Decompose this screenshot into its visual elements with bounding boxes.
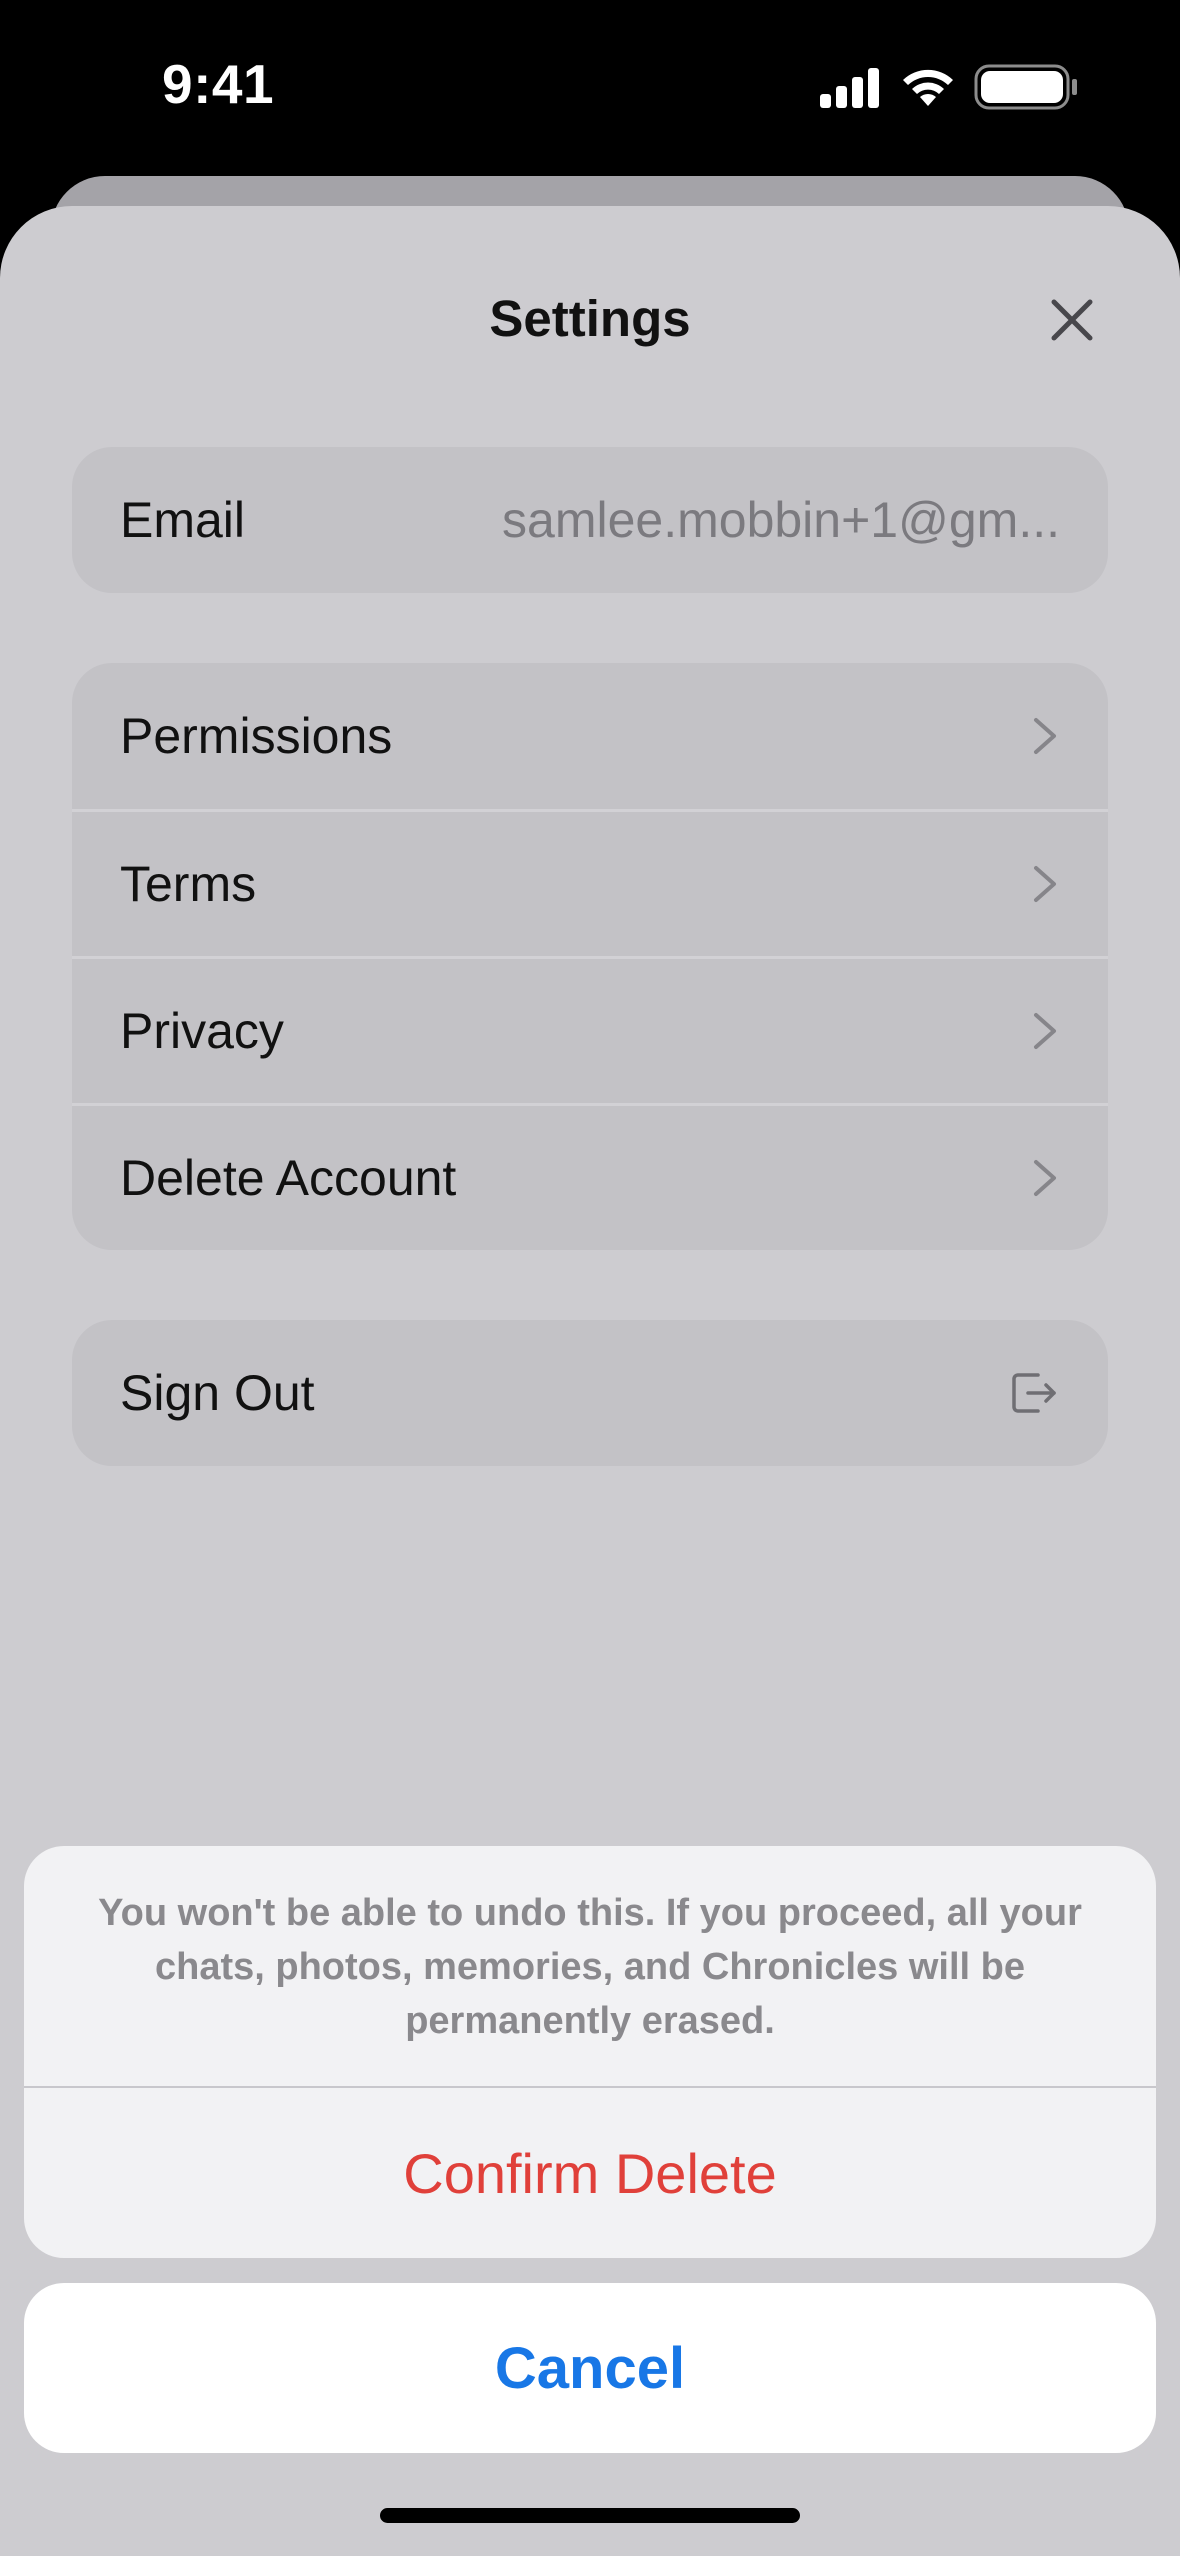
page-title: Settings <box>489 290 691 347</box>
cancel-button[interactable]: Cancel <box>24 2283 1156 2453</box>
chevron-right-icon <box>1034 866 1056 902</box>
status-time: 9:41 <box>162 53 275 115</box>
status-icons <box>820 62 1080 112</box>
delete-warning-message: You won't be able to undo this. If you p… <box>98 1892 1082 2042</box>
menu-item-privacy[interactable]: Privacy <box>72 956 1108 1103</box>
email-value: samlee.mobbin+1@gm... <box>502 492 1060 548</box>
menu-item-delete-account[interactable]: Delete Account <box>72 1103 1108 1250</box>
sign-out-group: Sign Out <box>72 1320 1108 1466</box>
menu-item-terms[interactable]: Terms <box>72 809 1108 956</box>
chevron-right-icon <box>1034 1013 1056 1049</box>
chevron-right-icon <box>1034 1160 1056 1196</box>
status-bar: 9:41 <box>0 0 1180 176</box>
settings-menu-group: Permissions Terms Privacy Delete Account <box>72 663 1108 1250</box>
email-group: Email samlee.mobbin+1@gm... <box>72 447 1108 593</box>
menu-item-label: Privacy <box>120 1003 284 1059</box>
email-row[interactable]: Email samlee.mobbin+1@gm... <box>72 447 1108 593</box>
home-indicator <box>380 2508 800 2523</box>
chevron-right-icon <box>1034 718 1056 754</box>
sign-out-icon <box>1012 1373 1056 1413</box>
confirm-delete-button[interactable]: Confirm Delete <box>24 2088 1156 2258</box>
menu-item-label: Permissions <box>120 708 393 764</box>
delete-confirmation-sheet: You won't be able to undo this. If you p… <box>24 1846 1156 2258</box>
wifi-icon <box>903 69 953 106</box>
menu-item-label: Terms <box>120 856 257 912</box>
menu-item-permissions[interactable]: Permissions <box>72 663 1108 809</box>
sign-out-label: Sign Out <box>120 1365 315 1421</box>
close-button[interactable] <box>1040 288 1104 352</box>
email-label: Email <box>120 492 246 548</box>
menu-item-label: Delete Account <box>120 1150 457 1206</box>
battery-icon <box>974 64 1077 110</box>
sign-out-button[interactable]: Sign Out <box>72 1320 1108 1466</box>
close-icon <box>1051 299 1093 341</box>
signal-icon <box>820 68 879 108</box>
